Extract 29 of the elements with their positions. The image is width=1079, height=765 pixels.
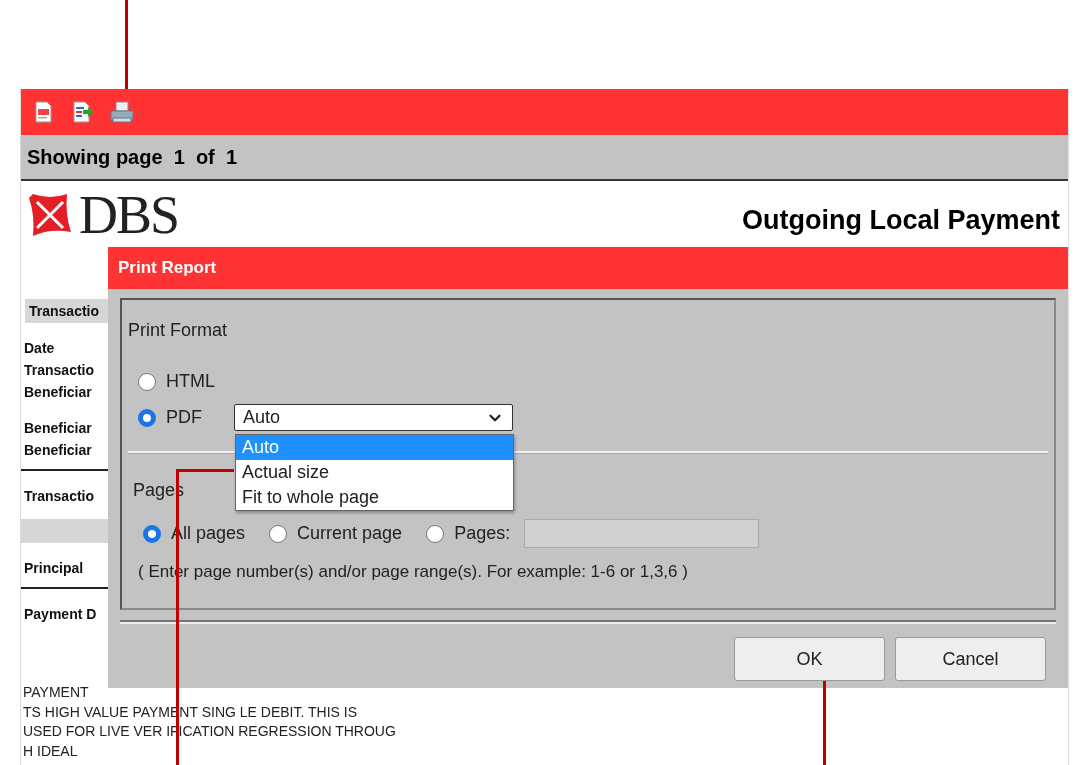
radio-button[interactable] — [143, 524, 161, 543]
radio-button[interactable] — [138, 372, 156, 391]
field-label: Principal — [23, 559, 84, 578]
field-label: Beneficiar — [23, 419, 92, 438]
ok-button[interactable]: OK — [734, 637, 885, 681]
radio-button[interactable] — [426, 524, 445, 543]
field-label: Beneficiar — [23, 441, 92, 460]
cancel-button[interactable]: Cancel — [895, 637, 1046, 681]
report-title: Outgoing Local Payment — [741, 204, 1060, 236]
field-label: Date — [23, 339, 55, 358]
field-label: Transactio — [23, 487, 95, 506]
document-icon[interactable] — [33, 101, 55, 123]
export-document-icon[interactable] — [71, 101, 93, 123]
radio-label: PDF — [166, 407, 202, 428]
radio-button[interactable] — [269, 524, 288, 543]
radio-label: HTML — [166, 371, 215, 392]
radio-label: Current page — [297, 523, 403, 544]
page-indicator: Showing page 1 of 1 — [27, 145, 238, 169]
field-label: Beneficiar — [23, 383, 92, 402]
field-label: Transactio — [23, 361, 95, 380]
radio-button[interactable] — [138, 408, 156, 427]
radio-label: Pages: — [454, 523, 511, 544]
logo-text: DBS — [79, 188, 179, 242]
dropdown-option[interactable]: Actual size — [236, 460, 513, 485]
dropdown-option[interactable]: Fit to whole page — [236, 485, 513, 510]
section-label: Print Format — [128, 320, 228, 341]
dialog-title: Print Report — [108, 247, 1068, 289]
printer-icon[interactable] — [109, 101, 135, 123]
field-label: Payment D — [23, 605, 97, 624]
